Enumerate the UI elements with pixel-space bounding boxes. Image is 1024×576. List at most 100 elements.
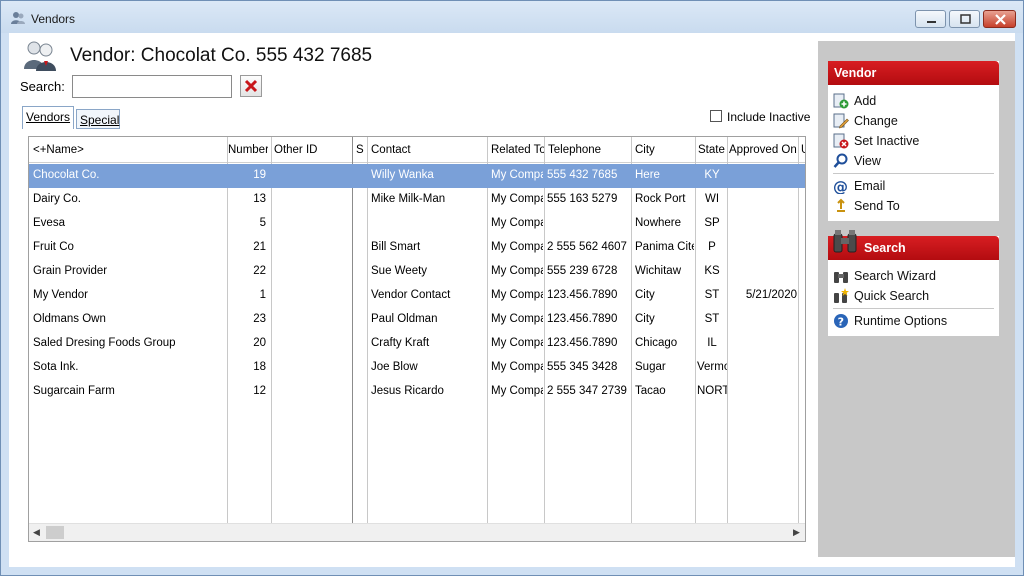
table-row[interactable]: Chocolat Co. 19 Willy Wanka My Company 555 4… bbox=[29, 164, 805, 188]
magnifier-icon bbox=[833, 153, 848, 168]
cell-state: NORTH bbox=[697, 385, 727, 397]
at-sign-icon: @ bbox=[833, 178, 848, 194]
tab-vendors[interactable]: Vendors bbox=[22, 106, 74, 129]
cell-contact: Sue Weety bbox=[371, 265, 428, 277]
column-header-city[interactable]: City bbox=[635, 144, 693, 156]
cell-city: Here bbox=[635, 169, 660, 181]
horizontal-scrollbar[interactable]: ◀ ▶ bbox=[29, 523, 805, 541]
help-icon: ? bbox=[834, 314, 848, 329]
column-header-name[interactable]: <+Name> bbox=[33, 144, 223, 156]
cell-related: My Company bbox=[491, 385, 543, 397]
cell-state: ST bbox=[704, 313, 720, 325]
cell-related: My Company bbox=[491, 217, 543, 229]
tab-special[interactable]: Special bbox=[76, 109, 120, 129]
cell-number: 20 bbox=[253, 337, 266, 349]
column-header-telephone[interactable]: Telephone bbox=[548, 144, 628, 156]
cell-number: 21 bbox=[253, 241, 266, 253]
search-input[interactable] bbox=[72, 75, 232, 98]
column-header-approved-on[interactable]: Approved On bbox=[729, 144, 799, 156]
cell-name: My Vendor bbox=[33, 289, 88, 301]
section-separator bbox=[833, 308, 994, 309]
scroll-right-arrow-icon[interactable]: ▶ bbox=[793, 527, 800, 538]
cell-phone: 2 555 562 4607 bbox=[547, 241, 627, 253]
close-button[interactable] bbox=[983, 10, 1016, 28]
add-label: Add bbox=[854, 94, 877, 108]
vendors-grid[interactable]: <+Name> Number Other ID S Contact Relate… bbox=[28, 136, 806, 542]
runtime-options-link[interactable]: ? Runtime Options bbox=[833, 311, 993, 331]
cell-phone: 555 163 5279 bbox=[547, 193, 618, 205]
quick-search-label: Quick Search bbox=[854, 289, 930, 303]
table-row[interactable]: Fruit Co 21 Bill Smart My Company 2 555 562 … bbox=[29, 236, 805, 260]
cell-phone: 555 239 6728 bbox=[547, 265, 618, 277]
cell-number: 12 bbox=[253, 385, 266, 397]
set-inactive-link[interactable]: Set Inactive bbox=[833, 131, 993, 151]
cell-city: City bbox=[635, 313, 655, 325]
search-task-section: Search Search Wizard Quick Search ? Runt… bbox=[828, 230, 999, 336]
column-header-related-to[interactable]: Related To bbox=[491, 144, 544, 156]
column-header-contact[interactable]: Contact bbox=[371, 144, 483, 156]
cell-city: Rock Port bbox=[635, 193, 686, 205]
cell-number: 1 bbox=[259, 289, 266, 301]
table-row[interactable]: Evesa 5 My Company Nowhere SP bbox=[29, 212, 805, 236]
page-title: Vendor: Chocolat Co. 555 432 7685 bbox=[70, 45, 373, 66]
client-area: Vendor: Chocolat Co. 555 432 7685 Search… bbox=[9, 33, 1015, 567]
section-separator bbox=[833, 173, 994, 174]
table-row[interactable]: Oldmans Own 23 Paul Oldman My Company 123.45… bbox=[29, 308, 805, 332]
cell-related: My Company bbox=[491, 265, 543, 277]
cell-name: Evesa bbox=[33, 217, 65, 229]
send-to-link[interactable]: Send To bbox=[833, 196, 993, 216]
title-bar[interactable]: Vendors bbox=[1, 1, 1023, 33]
cell-phone: 123.456.7890 bbox=[547, 289, 618, 301]
set-inactive-icon bbox=[833, 133, 849, 149]
column-header-s[interactable]: S bbox=[356, 144, 366, 156]
email-vendor-link[interactable]: @ Email bbox=[833, 176, 993, 196]
include-inactive-checkbox[interactable] bbox=[710, 110, 722, 122]
column-header-state[interactable]: State bbox=[698, 144, 728, 156]
vendor-task-section: Vendor Add Change Set Inactive View @ Em… bbox=[828, 61, 999, 221]
cell-related: My Company bbox=[491, 313, 543, 325]
change-vendor-link[interactable]: Change bbox=[833, 111, 993, 131]
cell-contact: Crafty Kraft bbox=[371, 337, 430, 349]
tab-special-label: Special bbox=[80, 113, 120, 127]
edit-icon bbox=[833, 113, 849, 129]
cell-related: My Company bbox=[491, 169, 543, 181]
cell-phone: 123.456.7890 bbox=[547, 313, 618, 325]
scroll-left-arrow-icon[interactable]: ◀ bbox=[33, 527, 40, 538]
cell-contact: Bill Smart bbox=[371, 241, 421, 253]
view-vendor-link[interactable]: View bbox=[833, 151, 993, 171]
add-icon bbox=[833, 93, 849, 109]
cell-city: Tacao bbox=[635, 385, 666, 397]
vendor-section-header: Vendor bbox=[828, 61, 999, 85]
runtime-options-label: Runtime Options bbox=[854, 314, 948, 328]
cell-related: My Company bbox=[491, 361, 543, 373]
table-row[interactable]: My Vendor 1 Vendor Contact My Company 123.45… bbox=[29, 284, 805, 308]
quick-search-link[interactable]: Quick Search bbox=[833, 286, 993, 306]
send-to-icon bbox=[837, 198, 845, 212]
table-row[interactable]: Sugarcain Farm 12 Jesus Ricardo My Company 2… bbox=[29, 380, 805, 404]
cell-name: Sugarcain Farm bbox=[33, 385, 115, 397]
column-header-number[interactable]: Number bbox=[228, 144, 268, 156]
table-row[interactable]: Dairy Co. 13 Mike Milk-Man My Company 555 16… bbox=[29, 188, 805, 212]
view-label: View bbox=[854, 154, 881, 168]
vendor-people-icon bbox=[24, 41, 56, 71]
table-row[interactable]: Saled Dresing Foods Group 20 Crafty Kraft M… bbox=[29, 332, 805, 356]
scrollbar-thumb[interactable] bbox=[46, 526, 64, 539]
column-header-other-id[interactable]: Other ID bbox=[274, 144, 349, 156]
clear-search-button[interactable] bbox=[240, 75, 262, 97]
column-header-u[interactable]: U bbox=[801, 144, 805, 156]
cell-contact: Mike Milk-Man bbox=[371, 193, 446, 205]
table-row[interactable]: Sota Ink. 18 Joe Blow My Company 555 345 342… bbox=[29, 356, 805, 380]
cell-related: My Company bbox=[491, 241, 543, 253]
cell-related: My Company bbox=[491, 337, 543, 349]
add-vendor-link[interactable]: Add bbox=[833, 91, 993, 111]
cell-phone: 555 345 3428 bbox=[547, 361, 618, 373]
minimize-button[interactable] bbox=[915, 10, 946, 28]
cell-number: 5 bbox=[259, 217, 266, 229]
maximize-button[interactable] bbox=[949, 10, 980, 28]
search-wizard-link[interactable]: Search Wizard bbox=[833, 266, 993, 286]
cell-city: City bbox=[635, 289, 655, 301]
cell-contact: Willy Wanka bbox=[371, 169, 434, 181]
table-row[interactable]: Grain Provider 22 Sue Weety My Company 555 2… bbox=[29, 260, 805, 284]
cell-state: WI bbox=[704, 193, 720, 205]
cell-state: KS bbox=[704, 265, 720, 277]
